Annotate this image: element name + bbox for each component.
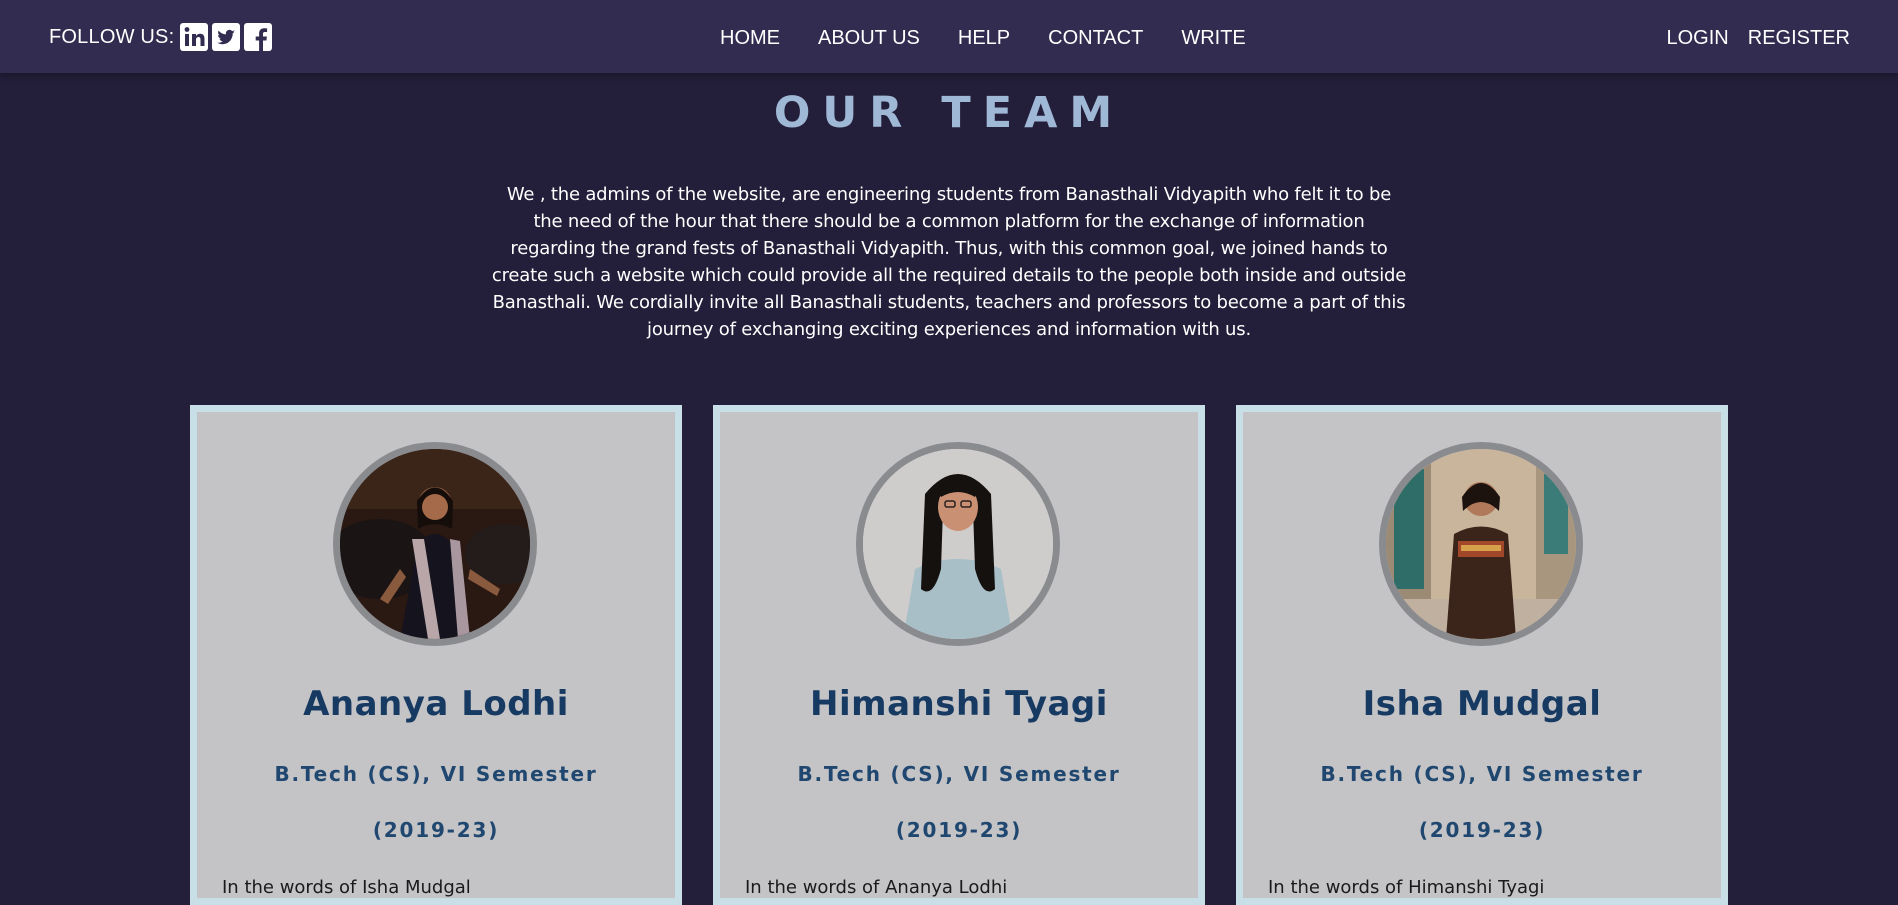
member-years: (2019-23) bbox=[1418, 818, 1546, 842]
member-photo bbox=[1379, 442, 1583, 646]
facebook-icon[interactable] bbox=[244, 23, 273, 51]
twitter-icon[interactable] bbox=[212, 23, 241, 51]
nav-about-us-link[interactable]: ABOUT US bbox=[818, 25, 920, 51]
member-photo bbox=[333, 442, 537, 646]
page-title: OUR TEAM bbox=[773, 88, 1125, 138]
member-quote-heading: In the words of Isha Mudgal bbox=[222, 877, 471, 898]
member-quote-heading: In the words of Ananya Lodhi bbox=[745, 877, 1008, 898]
team-member-card: Himanshi Tyagi B.Tech (CS), VI Semester … bbox=[713, 405, 1205, 905]
login-link[interactable]: LOGIN bbox=[1667, 25, 1729, 51]
member-quote-heading: In the words of Himanshi Tyagi bbox=[1268, 877, 1545, 898]
team-member-card: Isha Mudgal B.Tech (CS), VI Semester (20… bbox=[1236, 405, 1728, 905]
member-name: Himanshi Tyagi bbox=[810, 684, 1108, 724]
nav-contact-link[interactable]: CONTACT bbox=[1048, 25, 1143, 51]
linkedin-icon[interactable] bbox=[180, 23, 209, 51]
member-name: Ananya Lodhi bbox=[303, 684, 569, 724]
member-years: (2019-23) bbox=[895, 818, 1023, 842]
member-years: (2019-23) bbox=[372, 818, 500, 842]
main-menu: HOME ABOUT US HELP CONTACT WRITE bbox=[720, 25, 1284, 51]
member-photo bbox=[856, 442, 1060, 646]
register-link[interactable]: REGISTER bbox=[1748, 25, 1850, 51]
nav-help-link[interactable]: HELP bbox=[958, 25, 1010, 51]
member-course: B.Tech (CS), VI Semester bbox=[274, 762, 598, 786]
follow-us: FOLLOW US: bbox=[49, 23, 273, 51]
team-intro-text: We , the admins of the website, are engi… bbox=[491, 184, 1407, 340]
team-member-card: Ananya Lodhi B.Tech (CS), VI Semester (2… bbox=[190, 405, 682, 905]
follow-us-label: FOLLOW US: bbox=[49, 25, 175, 48]
member-course: B.Tech (CS), VI Semester bbox=[1320, 762, 1644, 786]
member-course: B.Tech (CS), VI Semester bbox=[797, 762, 1121, 786]
member-name: Isha Mudgal bbox=[1362, 684, 1602, 724]
top-navbar: FOLLOW US: HOME ABOUT US HELP CONTACT WR… bbox=[0, 0, 1898, 73]
nav-write-link[interactable]: WRITE bbox=[1181, 25, 1245, 51]
nav-home-link[interactable]: HOME bbox=[720, 25, 780, 51]
auth-links: LOGIN REGISTER bbox=[1648, 25, 1851, 51]
